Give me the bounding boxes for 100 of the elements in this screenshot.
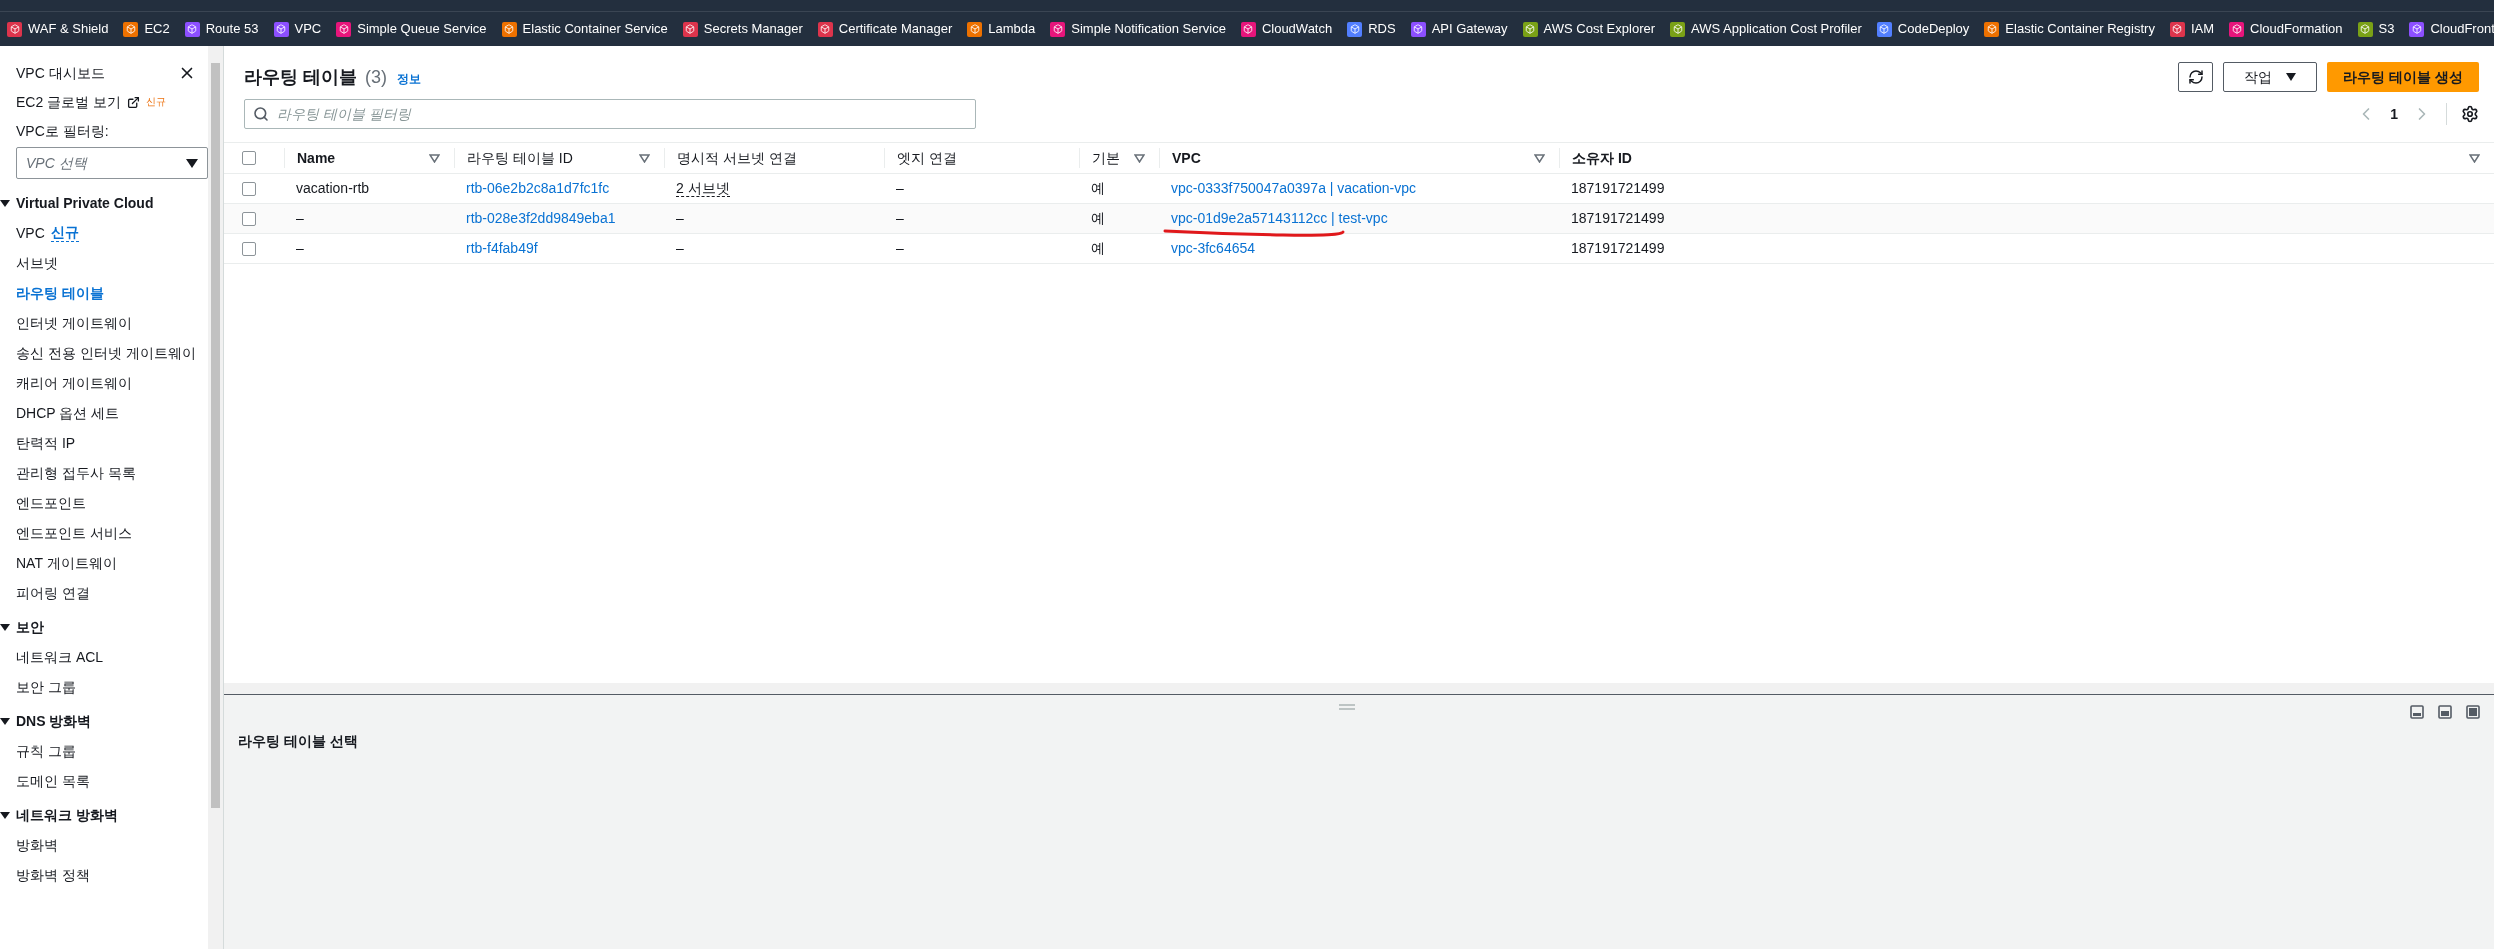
- table-row[interactable]: – rtb-028e3f2dd9849eba1 – – 예 vpc-01d9e2a57143112cc | test-vpc 187191721499: [224, 204, 2494, 234]
- panel-layout-icon[interactable]: [2410, 705, 2424, 719]
- caret-icon[interactable]: [0, 716, 10, 726]
- bookmark-link[interactable]: CloudWatch: [1261, 19, 1333, 39]
- checkbox[interactable]: [242, 151, 256, 165]
- sidebar-item[interactable]: 서브넷: [16, 253, 58, 273]
- bookmark-link[interactable]: VPC: [294, 19, 322, 39]
- bookmark-link[interactable]: S3: [2378, 19, 2395, 39]
- sidebar-item[interactable]: DHCP 옵션 세트: [16, 403, 120, 423]
- section-heading[interactable]: 네트워크 방화벽: [16, 805, 118, 825]
- page-number[interactable]: 1: [2390, 103, 2398, 125]
- service-icon[interactable]: [682, 21, 698, 37]
- service-icon[interactable]: [1240, 21, 1256, 37]
- service-icon[interactable]: [1347, 21, 1363, 37]
- sidebar-item[interactable]: 캐리어 게이트웨이: [16, 373, 132, 393]
- route-table-link[interactable]: rtb-028e3f2dd9849eba1: [454, 208, 616, 229]
- sidebar-link[interactable]: EC2 글로벌 보기: [16, 92, 121, 112]
- service-icon[interactable]: [1410, 21, 1426, 37]
- service-icon[interactable]: [123, 21, 139, 37]
- service-icon[interactable]: [817, 21, 833, 37]
- checkbox[interactable]: [242, 211, 256, 226]
- bookmark-link[interactable]: API Gateway: [1431, 19, 1508, 39]
- section-heading[interactable]: Virtual Private Cloud: [16, 193, 154, 213]
- actions-button[interactable]: 작업: [2223, 62, 2318, 92]
- service-icon[interactable]: [2169, 21, 2185, 37]
- bookmark-link[interactable]: IAM: [2190, 19, 2215, 39]
- service-icon[interactable]: [1984, 21, 2000, 37]
- sidebar-item[interactable]: 송신 전용 인터넷 게이트웨이: [16, 343, 196, 363]
- bookmark-link[interactable]: CodeDeploy: [1897, 19, 1970, 39]
- sort-icon[interactable]: [1534, 153, 1545, 163]
- bookmark-link[interactable]: Certificate Manager: [838, 19, 953, 39]
- section-heading[interactable]: 보안: [16, 617, 44, 637]
- create-button[interactable]: 라우팅 테이블 생성: [2327, 62, 2479, 92]
- service-icon[interactable]: [1876, 21, 1892, 37]
- bookmark-link[interactable]: Simple Queue Service: [357, 19, 487, 39]
- column-header[interactable]: 소유자 ID: [1572, 148, 2480, 168]
- route-table-link[interactable]: rtb-06e2b2c8a1d7fc1fc: [454, 178, 610, 199]
- drag-handle-icon[interactable]: [1339, 704, 1355, 710]
- vpc-link[interactable]: vpc-0333f750047a0397a | vacation-vpc: [1171, 180, 1416, 196]
- caret-icon[interactable]: [0, 622, 10, 632]
- checkbox[interactable]: [242, 181, 256, 196]
- sidebar-title[interactable]: VPC 대시보드: [16, 63, 105, 83]
- sidebar-item[interactable]: 방화벽 정책: [16, 865, 90, 885]
- column-header[interactable]: 라우팅 테이블 ID: [467, 148, 650, 168]
- service-icon[interactable]: [967, 21, 983, 37]
- bookmark-link[interactable]: Secrets Manager: [703, 19, 803, 39]
- vpc-link[interactable]: vpc-3fc64654: [1171, 240, 1256, 256]
- bookmark-link[interactable]: AWS Cost Explorer: [1543, 19, 1656, 39]
- service-icon[interactable]: [2357, 21, 2373, 37]
- sidebar-item[interactable]: 엔드포인트: [16, 493, 86, 513]
- refresh-button[interactable]: [2178, 62, 2214, 92]
- sidebar-item[interactable]: 네트워크 ACL: [16, 647, 104, 667]
- bookmark-link[interactable]: EC2: [144, 19, 170, 39]
- sidebar-item[interactable]: 관리형 접두사 목록: [16, 463, 136, 483]
- service-icon[interactable]: [273, 21, 289, 37]
- sort-icon[interactable]: [639, 153, 650, 163]
- sidebar-item[interactable]: 탄력적 IP: [16, 433, 76, 453]
- sort-icon[interactable]: [1134, 153, 1145, 163]
- bookmark-link[interactable]: Route 53: [205, 19, 259, 39]
- service-icon[interactable]: [336, 21, 352, 37]
- column-header[interactable]: VPC: [1172, 148, 1545, 168]
- sidebar-item[interactable]: NAT 게이트웨이: [16, 553, 117, 573]
- bookmark-link[interactable]: CloudFormation: [2250, 19, 2343, 39]
- section-heading[interactable]: DNS 방화벽: [16, 711, 92, 731]
- bookmark-link[interactable]: CloudFront: [2430, 19, 2494, 39]
- sort-icon[interactable]: [429, 153, 440, 163]
- bookmark-link[interactable]: Elastic Container Service: [522, 19, 668, 39]
- vpc-select[interactable]: VPC 선택: [16, 147, 208, 179]
- sort-icon[interactable]: [2469, 153, 2480, 163]
- bookmark-link[interactable]: AWS Application Cost Profiler: [1691, 19, 1862, 39]
- service-icon[interactable]: [1050, 21, 1066, 37]
- filter-field[interactable]: 라우팅 테이블 필터링: [244, 99, 976, 129]
- sidebar-item[interactable]: 도메인 목록: [16, 771, 90, 791]
- column-header[interactable]: 엣지 연결: [897, 148, 1065, 168]
- filter-input[interactable]: 라우팅 테이블 필터링: [277, 103, 967, 125]
- sidebar-item[interactable]: 보안 그룹: [16, 677, 76, 697]
- horizontal-scrollbar[interactable]: [224, 683, 2494, 695]
- checkbox[interactable]: [242, 241, 256, 256]
- service-icon[interactable]: [1522, 21, 1538, 37]
- info-link[interactable]: 정보: [397, 69, 421, 88]
- column-header[interactable]: 명시적 서브넷 연결: [677, 148, 870, 168]
- sidebar-item[interactable]: 규칙 그룹: [16, 741, 76, 761]
- panel-layout-icon[interactable]: [2438, 705, 2452, 719]
- column-header[interactable]: Name: [297, 148, 440, 168]
- column-header[interactable]: 기본: [1092, 148, 1145, 168]
- bookmark-link[interactable]: RDS: [1368, 19, 1396, 39]
- sidebar-item[interactable]: 피어링 연결: [16, 583, 90, 603]
- sidebar-item[interactable]: 라우팅 테이블: [16, 283, 104, 303]
- settings-icon[interactable]: [2461, 105, 2479, 123]
- sidebar-item[interactable]: 엔드포인트 서비스: [16, 523, 132, 543]
- route-table-link[interactable]: rtb-f4fab49f: [454, 238, 538, 259]
- bookmark-link[interactable]: Simple Notification Service: [1071, 19, 1226, 39]
- sidebar-item[interactable]: 방화벽: [16, 835, 58, 855]
- caret-icon[interactable]: [0, 810, 10, 820]
- sidebar-item[interactable]: VPC: [16, 223, 45, 243]
- service-icon[interactable]: [1670, 21, 1686, 37]
- service-icon[interactable]: [2409, 21, 2425, 37]
- bookmark-link[interactable]: WAF & Shield: [28, 19, 109, 39]
- panel-layout-icon[interactable]: [2466, 705, 2480, 719]
- service-icon[interactable]: [7, 21, 22, 37]
